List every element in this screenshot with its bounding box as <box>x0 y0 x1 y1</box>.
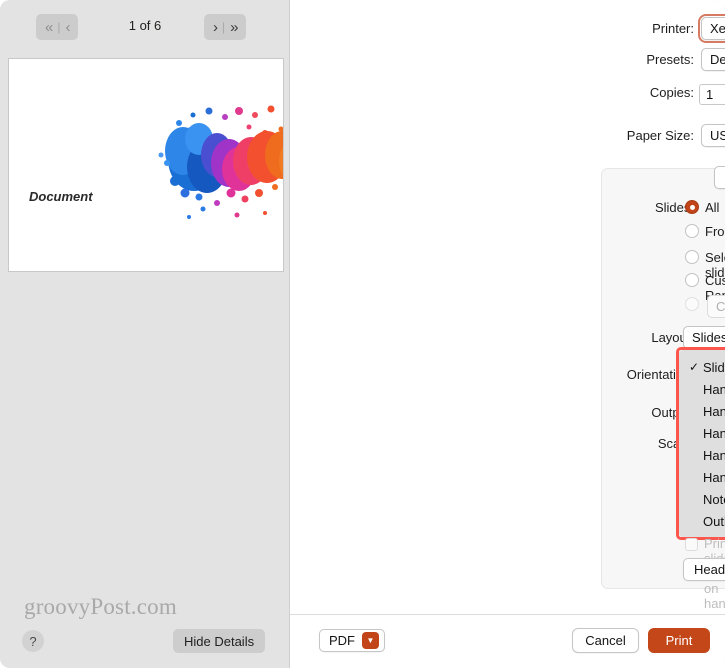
layout-menu-item-label: Outline <box>703 513 725 529</box>
watermark-text: groovyPost.com <box>24 594 177 619</box>
presets-value: Default Settings <box>710 52 725 67</box>
layout-value: Slides <box>692 330 725 345</box>
layout-menu-item[interactable]: Outline <box>679 510 725 532</box>
paint-splatter-graphic <box>158 105 283 219</box>
slides-label: Slides: <box>654 200 694 215</box>
help-button[interactable]: ? <box>22 630 44 652</box>
slides-selected-radio[interactable] <box>685 250 699 264</box>
layout-menu-item[interactable]: Handouts (9 slides per page) <box>679 466 725 488</box>
nav-back-group[interactable]: « | ‹ <box>36 14 79 40</box>
bottom-separator <box>290 614 725 615</box>
pdf-button[interactable]: PDF ▼ <box>319 629 385 652</box>
printer-label: Printer: <box>652 21 694 36</box>
slides-custom-shows-radio[interactable] <box>685 297 699 311</box>
layout-menu-item[interactable]: Notes <box>679 488 725 510</box>
slides-all-label: All <box>705 200 720 215</box>
cancel-button[interactable]: Cancel <box>572 628 639 653</box>
layout-menu-item-label: Handouts (6 slides per page) <box>703 447 725 463</box>
layout-menu-item-label: Slides <box>703 359 725 375</box>
printer-select[interactable]: Xerox B210 ▲▼ <box>701 17 725 40</box>
copies-input[interactable]: 1 <box>699 84 725 105</box>
slides-from-radio[interactable] <box>685 224 699 238</box>
presets-label: Presets: <box>646 52 694 67</box>
print-slide-numbers-checkbox[interactable] <box>685 538 698 551</box>
chevron-down-icon: ▼ <box>362 632 379 649</box>
pdf-button-label: PDF <box>329 633 355 648</box>
previous-page-icon[interactable]: ‹ <box>63 20 71 35</box>
nav-forward-group[interactable]: › | » <box>204 14 247 40</box>
page-counter: 1 of 6 <box>128 18 162 33</box>
header-footer-button[interactable]: Header/Footer... <box>683 558 725 581</box>
checkmark-icon: ✓ <box>689 360 700 374</box>
copies-label: Copies: <box>649 85 694 100</box>
app-options-select[interactable]: PowerPoint ▲▼ <box>714 166 725 189</box>
layout-menu-item[interactable]: Handouts (2 slides per page) <box>679 378 725 400</box>
layout-menu-item-label: Notes <box>703 491 725 507</box>
presets-select[interactable]: Default Settings ▲▼ <box>701 48 725 71</box>
nav-separator-left: | <box>57 20 61 34</box>
slides-all-radio[interactable] <box>685 200 699 214</box>
settings-pane: Printer: Xerox B210 ▲▼ Presets: Default … <box>290 0 725 668</box>
layout-dropdown-menu[interactable]: ✓Slides Handouts (2 slides per page) Hando… <box>679 350 725 537</box>
preview-navigation-bar: « | ‹ 1 of 6 › | » <box>0 14 290 44</box>
paper-size-value: US Letter <box>710 128 725 143</box>
paper-size-select[interactable]: US Letter 8.50 by 11.00 inches ▲▼ <box>701 124 725 147</box>
custom-shows-value: Custom Shows <box>716 299 725 314</box>
layout-menu-item-label: Handouts (3 slides per page) <box>703 403 725 419</box>
slides-from-label: From: <box>705 224 725 239</box>
layout-menu-item-label: Handouts (2 slides per page) <box>703 381 725 397</box>
printer-value: Xerox B210 <box>710 21 725 36</box>
layout-label: Layout: <box>651 330 694 345</box>
layout-select[interactable]: Slides ▲▼ <box>683 326 725 349</box>
layout-menu-item[interactable]: ✓Slides <box>679 356 725 378</box>
slide-preview: Document <box>8 58 284 272</box>
slide-title-text: Document <box>29 189 93 204</box>
layout-menu-item[interactable]: Handouts (4 slides per page) <box>679 422 725 444</box>
first-page-icon[interactable]: « <box>43 20 54 35</box>
print-button[interactable]: Print <box>648 628 710 653</box>
layout-menu-item-label: Handouts (9 slides per page) <box>703 469 725 485</box>
layout-menu-item[interactable]: Handouts (3 slides per page) <box>679 400 725 422</box>
nav-separator-right: | <box>222 20 226 34</box>
custom-shows-select[interactable]: Custom Shows ▲▼ <box>707 295 725 318</box>
last-page-icon[interactable]: » <box>228 20 239 35</box>
slides-custom-range-radio[interactable] <box>685 273 699 287</box>
layout-menu-item-label: Handouts (4 slides per page) <box>703 425 725 441</box>
layout-menu-item[interactable]: Handouts (6 slides per page) <box>679 444 725 466</box>
next-page-icon[interactable]: › <box>211 20 219 35</box>
print-dialog: « | ‹ 1 of 6 › | » Document groovyPost.c… <box>0 0 725 668</box>
paper-size-label: Paper Size: <box>626 128 694 143</box>
preview-pane: « | ‹ 1 of 6 › | » Document groovyPost.c… <box>0 0 290 668</box>
hide-details-button[interactable]: Hide Details <box>173 629 266 653</box>
